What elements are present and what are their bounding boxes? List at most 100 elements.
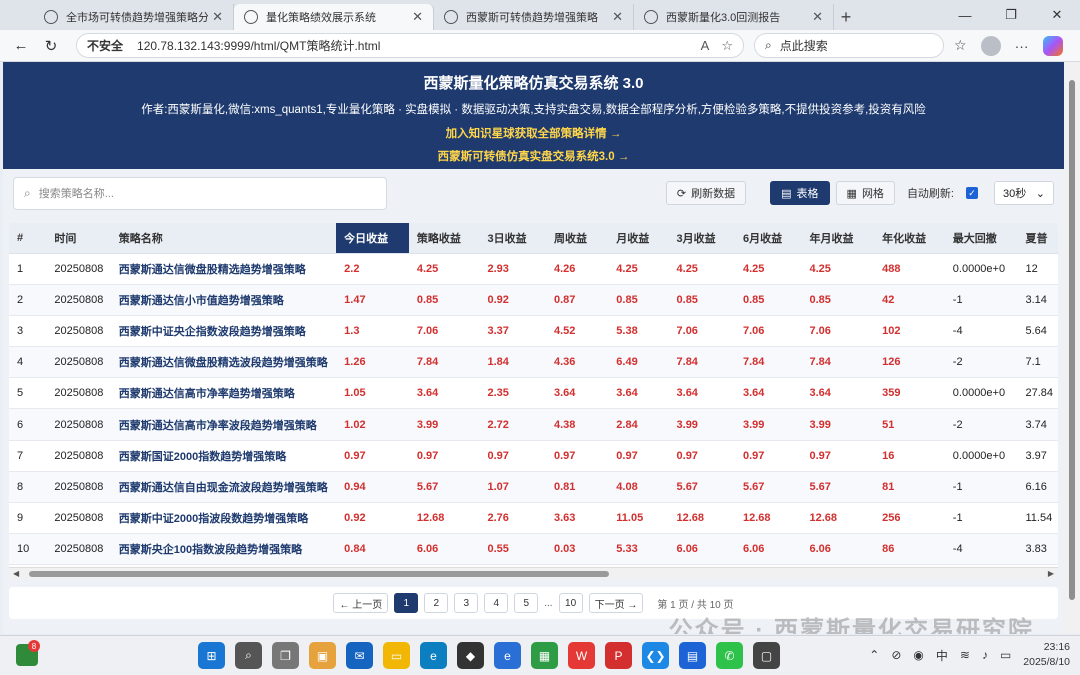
maximize-icon[interactable]: ❐ [988,0,1034,30]
store-icon[interactable]: ▣ [309,642,336,669]
horizontal-scroll-thumb[interactable] [29,571,609,577]
browser-tab-3[interactable]: 西蒙斯可转债趋势增强策略 ✕ [434,4,634,30]
column-header-12[interactable]: 最大回撤 [944,223,1018,254]
column-header-8[interactable]: 3月收益 [668,223,735,254]
column-header-3[interactable]: 今日收益 [336,223,409,254]
mail-icon[interactable]: ✉ [346,642,373,669]
table-row[interactable]: 1 20250808 西蒙斯通达信微盘股精选趋势增强策略 2.2 4.25 2.93 4.2… [9,253,1058,285]
network-icon[interactable]: ⊘ [891,648,901,662]
column-header-10[interactable]: 年月收益 [801,223,875,254]
task-view-icon[interactable]: ❐ [272,642,299,669]
chevron-up-icon[interactable]: ⌃ [869,648,879,662]
column-header-6[interactable]: 周收益 [545,223,609,254]
column-header-1[interactable]: 时间 [46,223,111,254]
read-aloud-icon[interactable]: A [701,38,710,53]
next-page-button[interactable]: 下一页 → [588,593,644,613]
reload-icon[interactable]: ↻ [38,33,64,59]
edge-browser-icon[interactable]: e [420,642,447,669]
refresh-interval-select[interactable]: 30秒 ⌄ [994,181,1054,205]
copilot-icon[interactable] [1042,35,1063,56]
vertical-scrollbar[interactable] [1064,62,1080,634]
close-tab-icon[interactable]: ✕ [412,9,423,25]
page-button-3[interactable]: 3 [454,593,479,613]
table-view-button[interactable]: ▤ 表格 [770,181,830,205]
convertible-bond-system-link[interactable]: 西蒙斯可转债仿真实盘交易系统3.0 → [3,148,1064,164]
table-row[interactable]: 10 20250808 西蒙斯央企100指数波段趋势增强策略 0.84 6.06 0.55… [9,533,1058,566]
table-row[interactable]: 9 20250808 西蒙斯中证2000指波段数趋势增强策略 0.92 12.68 2.7… [9,502,1058,535]
table-row[interactable]: 6 20250808 西蒙斯通达信高市净率波段趋势增强策略 1.02 3.99 2.72 4… [9,408,1058,441]
browser-tab-4[interactable]: 西蒙斯量化3.0回测报告 ✕ [634,4,834,30]
browser-search-placeholder: 点此搜索 [779,39,828,53]
edge-beta-icon[interactable]: e [494,642,521,669]
search-icon[interactable]: ⌕ [235,642,262,669]
column-header-5[interactable]: 3日收益 [479,223,546,254]
close-tab-icon[interactable]: ✕ [812,9,823,25]
page-button-4[interactable]: 4 [484,593,509,613]
table-row[interactable]: 2 20250808 西蒙斯通达信小市值趋势增强策略 1.47 0.85 0.92 0.87… [9,284,1058,316]
back-icon[interactable]: ← [8,33,34,59]
pdf-icon[interactable]: P [605,642,632,669]
column-header-0[interactable]: # [9,223,47,254]
knowledge-planet-link[interactable]: 加入知识星球获取全部策略详情 → [3,125,1064,141]
browser-search-box[interactable]: ⌕ 点此搜索 [754,33,944,58]
close-window-icon[interactable]: ✕ [1034,0,1080,30]
refresh-data-button[interactable]: ⟳ 刷新数据 [665,181,747,205]
close-tab-icon[interactable]: ✕ [212,9,223,25]
vscode-icon[interactable]: ❮❯ [642,642,669,669]
trading-app-icon[interactable]: ▤ [679,642,706,669]
table-cell: 4 [9,346,47,379]
more-menu-icon[interactable]: ··· [1015,38,1029,54]
favorites-icon[interactable]: ☆ [954,37,967,54]
table-cell: 86 [874,533,945,566]
start-icon[interactable]: ⊞ [198,642,225,669]
table-row[interactable]: 5 20250808 西蒙斯通达信高市净率趋势增强策略 1.05 3.64 2.35 3.6… [9,377,1058,410]
page-button-2[interactable]: 2 [424,593,449,613]
scroll-left-icon[interactable]: ◀ [13,568,19,579]
browser-tab-1[interactable]: 全市场可转债趋势增强策略分析 -✕ [34,4,234,30]
clock[interactable]: 23:16 2025/8/10 [1023,640,1070,670]
auto-refresh-checkbox[interactable]: ✓ [966,187,978,199]
url-field[interactable]: 不安全 120.78.132.143:9999/html/QMT策略统计.htm… [76,33,744,58]
new-tab-button[interactable]: + [834,4,858,30]
page-button-5[interactable]: 5 [514,593,539,613]
favorite-star-icon[interactable]: ☆ [721,38,733,54]
input-method-indicator[interactable]: 中 [936,647,948,664]
table-row[interactable]: 4 20250808 西蒙斯通达信微盘股精选波段趋势增强策略 1.26 7.84 1.84… [9,346,1058,379]
security-shield-icon[interactable]: ◉ [913,648,923,662]
profile-avatar[interactable] [980,35,1001,56]
table-row[interactable]: 3 20250808 西蒙斯中证央企指数波段趋势增强策略 1.3 7.06 3.37 4.5… [9,315,1058,348]
column-header-11[interactable]: 年化收益 [874,223,945,254]
battery-icon[interactable]: ▭ [1000,648,1011,662]
table-cell: 7.06 [801,315,875,348]
table-cell: 西蒙斯央企100指数波段趋势增强策略 [110,533,337,566]
minimize-icon[interactable]: — [942,0,988,30]
wps-icon[interactable]: W [568,642,595,669]
strategy-search-input[interactable]: ⌕ 搜索策略名称... [13,176,387,210]
table-row[interactable]: 7 20250808 西蒙斯国证2000指数趋势增强策略 0.97 0.97 0.97 0.… [9,440,1058,472]
file-explorer-icon[interactable]: ▭ [383,642,410,669]
table-row[interactable]: 8 20250808 西蒙斯通达信自由现金流波段趋势增强策略 0.94 5.67 1.07… [9,471,1058,504]
security-warning[interactable]: 不安全 [87,37,123,54]
app-green-icon[interactable]: ▦ [531,642,558,669]
app-icon[interactable]: ◆ [457,642,484,669]
column-header-4[interactable]: 策略收益 [408,223,480,254]
column-header-13[interactable]: 夏普 [1017,223,1058,254]
url-text[interactable]: 120.78.132.143:9999/html/QMT策略统计.html [137,37,689,54]
remote-desktop-icon[interactable]: ▢ [753,642,780,669]
table-cell: 0.84 [336,533,409,566]
browser-tab-2[interactable]: 量化策略绩效展示系统 ✕ [234,4,434,30]
vertical-scroll-thumb[interactable] [1069,80,1075,600]
column-header-2[interactable]: 策略名称 [110,223,337,254]
close-tab-icon[interactable]: ✕ [612,9,623,25]
page-button-1[interactable]: 1 [394,593,419,613]
column-header-9[interactable]: 6月收益 [734,223,802,254]
wifi-icon[interactable]: ≋ [960,648,970,662]
prev-page-button[interactable]: ← 上一页 [333,593,389,613]
wechat-icon[interactable]: ✆ [716,642,743,669]
horizontal-scrollbar[interactable]: ◀ ▶ [9,567,1058,579]
scroll-right-icon[interactable]: ▶ [1048,568,1054,579]
page-button-last[interactable]: 10 [558,593,583,613]
column-header-7[interactable]: 月收益 [608,223,669,254]
volume-icon[interactable]: ♪ [982,648,988,662]
grid-view-button[interactable]: ▦ 网格 [835,181,895,205]
